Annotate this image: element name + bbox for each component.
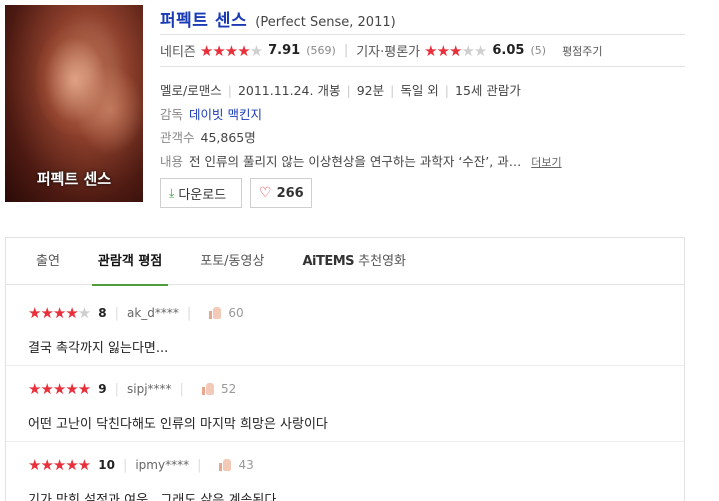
tab-cast[interactable]: 출연 — [36, 238, 60, 285]
review-likes: 60 — [228, 306, 244, 320]
review-text: 결국 촉각까지 잃는다면... — [28, 341, 169, 356]
tab-bar: 출연 관람객 평점 포토/동영상 AiTEMS 추천영화 — [6, 238, 684, 286]
plot-summary: 전 인류의 풀리지 않는 이상현상을 연구하는 과학자 ‘수잔’, 과… — [189, 154, 522, 169]
review-item: ★★★★★ 9 | sipj**** | 52 어떤 고난이 닥친다해도 인류의… — [28, 379, 668, 432]
runtime: 92분 — [356, 83, 385, 98]
title-row: 퍼펙트 센스 (Perfect Sense, 2011) — [160, 6, 396, 31]
netizen-label: 네티즌 — [160, 45, 196, 60]
netizen-score: 7.91 — [268, 43, 301, 58]
review-score: 8 — [98, 306, 107, 320]
movie-poster[interactable]: 퍼펙트 센스 — [5, 5, 143, 202]
critic-label: 기자·평론가 — [356, 45, 421, 60]
review-likes: 43 — [238, 458, 254, 472]
recommend-label: 추천영화 — [358, 253, 406, 269]
review-divider — [6, 365, 684, 366]
director-label: 감독 — [160, 107, 184, 122]
download-icon: ⤓ — [169, 185, 175, 200]
review-score: 9 — [98, 382, 107, 396]
thumbs-up-icon — [201, 383, 215, 395]
review-item: ★★★★★ 10 | ipmy**** | 43 기가 막힌 설정과 여운...… — [28, 455, 668, 501]
review-user[interactable]: ipmy**** — [135, 458, 189, 472]
movie-title[interactable]: 퍼펙트 센스 — [160, 11, 247, 31]
movie-meta: 멜로/로맨스 | 2011.11.24. 개봉 | 92분 | 독일 외 | 15세 관람가 — [160, 83, 521, 98]
release-date: 2011.11.24. 개봉 — [237, 83, 341, 98]
tab-audience-rating[interactable]: 관람객 평점 — [91, 238, 169, 286]
director-link[interactable]: 데이빗 맥킨지 — [189, 107, 262, 122]
review-text: 어떤 고난이 닥친다해도 인류의 마지막 희망은 사랑이다 — [28, 417, 328, 432]
review-score: 10 — [98, 458, 115, 472]
review-stars-icon: ★★★★★ — [28, 456, 91, 474]
review-like-button[interactable]: 52 — [201, 382, 237, 396]
like-button[interactable]: ♡ 266 — [250, 178, 312, 208]
tab-photo-video[interactable]: 포토/동영상 — [200, 238, 264, 285]
more-link[interactable]: 더보기 — [531, 156, 561, 169]
download-label: 다운로드 — [178, 187, 227, 203]
thumbs-up-icon — [219, 459, 232, 471]
netizen-count: (569) — [306, 44, 336, 57]
aitems-logo: AiTEMS — [302, 253, 355, 269]
netizen-stars-icon: ★★★★★ — [199, 41, 263, 60]
review-user[interactable]: sipj**** — [127, 382, 172, 396]
original-title: (Perfect Sense, 2011) — [255, 15, 396, 30]
review-like-button[interactable]: 43 — [219, 458, 254, 472]
review-divider — [6, 441, 684, 442]
review-like-button[interactable]: 60 — [209, 306, 244, 320]
critic-count: (5) — [530, 44, 547, 57]
genre: 멜로/로맨스 — [160, 83, 222, 98]
review-likes: 52 — [220, 382, 237, 396]
review-item: ★★★★★ 8 | ak_d**** | 60 결국 촉각까지 잃는다면... — [28, 303, 668, 356]
audience-label: 관객수 — [160, 130, 195, 145]
thumbs-up-icon — [209, 307, 222, 319]
age-rating: 15세 관람가 — [455, 83, 521, 98]
review-text: 기가 막힌 설정과 여운...그래도 삶은 계속된다. — [28, 493, 281, 501]
plot-line: 내용 전 인류의 풀리지 않는 이상현상을 연구하는 과학자 ‘수잔’, 과… 더보… — [160, 151, 562, 170]
country: 독일 외 — [400, 83, 439, 98]
poster-title: 퍼펙트 센스 — [36, 170, 112, 188]
critic-score: 6.05 — [492, 43, 525, 58]
critic-stars-icon: ★★★★★ — [424, 41, 487, 60]
review-panel: 출연 관람객 평점 포토/동영상 AiTEMS 추천영화 ★★★★★ 8 | a… — [5, 237, 685, 501]
rating-row: 네티즌 ★★★★★ 7.91 (569) | 기자·평론가 ★★★★★ 6.05… — [160, 34, 685, 67]
audience-count: 45,865명 — [200, 130, 256, 145]
review-user[interactable]: ak_d**** — [127, 306, 179, 320]
audience-line: 관객수 45,865명 — [160, 127, 256, 146]
plot-label: 내용 — [160, 154, 184, 169]
director-line: 감독 데이빗 맥킨지 — [160, 104, 262, 123]
review-stars-icon: ★★★★★ — [28, 304, 91, 322]
rate-button[interactable]: 평점주기 — [562, 43, 602, 59]
heart-icon: ♡ — [259, 185, 272, 201]
divider: | — [343, 43, 349, 58]
review-stars-icon: ★★★★★ — [28, 380, 91, 398]
download-button[interactable]: ⤓ 다운로드 — [160, 178, 242, 208]
like-count: 266 — [276, 185, 304, 201]
tab-recommendations[interactable]: AiTEMS 추천영화 — [302, 238, 406, 285]
poster-image-figure-2 — [75, 65, 143, 155]
